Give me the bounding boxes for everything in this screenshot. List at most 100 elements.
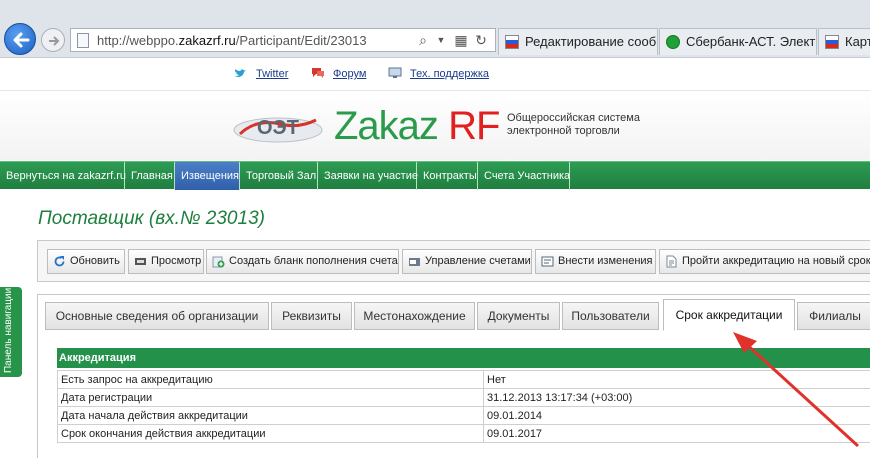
speech-bubble-icon <box>312 68 324 78</box>
manage-accounts-label: Управление счетами <box>425 255 531 267</box>
tab-accreditation-period[interactable]: Срок аккредитации <box>663 299 795 331</box>
action-toolbar: Обновить Просмотр Создать бланк пополнен… <box>37 240 870 282</box>
monitor-icon <box>388 67 402 78</box>
arrow-left-icon <box>13 32 30 48</box>
back-button[interactable] <box>4 23 36 55</box>
make-changes-label: Внести изменения <box>558 255 653 267</box>
nav-item-home[interactable]: Главная <box>125 162 175 190</box>
row-key: Дата начала действия аккредитации <box>57 406 484 425</box>
table-row: Дата регистрации 31.12.2013 13:17:34 (+0… <box>57 388 870 407</box>
brand-tagline: Общероссийская система электронной торго… <box>507 112 640 137</box>
compat-view-icon[interactable]: ▦ <box>453 32 469 48</box>
url-path: /Participant/Edit/23013 <box>235 33 367 48</box>
browser-tab-label: Карто <box>845 34 870 49</box>
forward-button[interactable] <box>41 28 65 52</box>
nav-item-participant-accounts[interactable]: Счета Участника <box>478 162 570 190</box>
add-icon <box>212 256 225 268</box>
support-link[interactable]: Тех. поддержка <box>388 67 490 80</box>
navigation-panel-tab[interactable]: Панель навигации <box>0 287 22 377</box>
nav-item-applications[interactable]: Заявки на участие <box>318 162 418 190</box>
browser-tab[interactable]: Сбербанк-АСТ. Электр... <box>659 28 817 55</box>
create-topup-form-button[interactable]: Создать бланк пополнения счета <box>206 249 399 274</box>
nav-label: Главная <box>131 170 173 182</box>
arrow-right-icon <box>49 36 60 46</box>
accreditation-header: Аккредитация <box>57 348 870 368</box>
twitter-icon <box>235 69 246 77</box>
tab-branches[interactable]: Филиалы <box>797 302 870 330</box>
twitter-link[interactable]: Twitter <box>235 68 289 80</box>
tab-label: Основные сведения об организации <box>55 309 259 323</box>
table-row: Дата начала действия аккредитации 09.01.… <box>57 406 870 425</box>
nav-item-contracts[interactable]: Контракты <box>417 162 478 190</box>
dropdown-icon[interactable]: ▼ <box>433 32 449 48</box>
page-title: Поставщик (вх.№ 23013) <box>38 208 265 229</box>
tab-organization-info[interactable]: Основные сведения об организации <box>45 302 269 330</box>
twitter-label: Twitter <box>256 68 289 80</box>
refresh-icon <box>54 256 65 267</box>
support-label: Тех. поддержка <box>410 68 490 80</box>
tab-documents[interactable]: Документы <box>477 302 560 330</box>
forum-label: Форум <box>333 68 367 80</box>
table-row: Срок окончания действия аккредитации 09.… <box>57 424 870 443</box>
refresh-icon[interactable]: ↻ <box>473 32 489 48</box>
tab-requisites[interactable]: Реквизиты <box>271 302 352 330</box>
tab-label: Реквизиты <box>282 309 341 323</box>
flag-icon <box>505 35 519 49</box>
url-domain: zakazrf.ru <box>178 33 236 48</box>
search-icon[interactable]: ⌕ <box>415 32 431 48</box>
renew-accreditation-button[interactable]: Пройти аккредитацию на новый срок <box>659 249 870 274</box>
create-topup-form-label: Создать бланк пополнения счета <box>229 255 398 267</box>
tab-label: Документы <box>487 309 550 323</box>
nav-label: Вернуться на zakazrf.ru <box>6 170 126 182</box>
view-button[interactable]: Просмотр <box>128 249 204 274</box>
browser-chrome: http://webppo.zakazrf.ru/Participant/Edi… <box>0 0 870 58</box>
nav-label: Счета Участника <box>484 170 571 182</box>
page-icon <box>77 33 89 48</box>
tab-label: Филиалы <box>809 309 861 323</box>
brand-logo: Zakaz RF <box>334 104 500 149</box>
manage-accounts-button[interactable]: Управление счетами <box>402 249 532 274</box>
make-changes-button[interactable]: Внести изменения <box>535 249 656 274</box>
row-value: Нет <box>483 370 870 389</box>
accreditation-table: Есть запрос на аккредитацию Нет Дата рег… <box>57 370 870 443</box>
nav-label: Контракты <box>423 170 477 182</box>
sberbank-icon <box>666 35 680 49</box>
accounts-icon <box>409 258 420 266</box>
table-row: Есть запрос на аккредитацию Нет <box>57 370 870 389</box>
nav-label: Извещения <box>181 170 240 182</box>
top-links: Twitter Форум Тех. поддержка <box>0 59 870 91</box>
row-key: Срок окончания действия аккредитации <box>57 424 484 443</box>
url-text[interactable]: http://webppo.zakazrf.ru/Participant/Edi… <box>97 33 367 48</box>
refresh-button-label: Обновить <box>70 255 120 267</box>
navigation-panel-label: Панель навигации <box>3 287 14 373</box>
nav-label: Заявки на участие <box>324 170 418 182</box>
edit-icon <box>541 256 554 267</box>
nav-item-trading-hall[interactable]: Торговый Зал <box>240 162 318 190</box>
forum-link[interactable]: Форум <box>312 68 367 80</box>
tab-users[interactable]: Пользователи <box>562 302 659 330</box>
browser-tab[interactable]: Редактирование сооб... <box>498 28 658 55</box>
document-icon <box>666 255 677 268</box>
oet-logo-text: ОЭТ <box>257 117 299 139</box>
brand-rf: RF <box>448 104 500 148</box>
tab-label: Срок аккредитации <box>675 308 783 322</box>
oet-logo: ОЭТ <box>233 117 323 143</box>
browser-tab[interactable]: Карто <box>818 28 870 55</box>
tab-location[interactable]: Местонахождение <box>354 302 475 330</box>
main-nav: Вернуться на zakazrf.ru Главная Извещени… <box>0 161 870 190</box>
nav-item-notices[interactable]: Извещения <box>175 162 240 190</box>
tab-label: Местонахождение <box>363 309 466 323</box>
nav-item-back-to-site[interactable]: Вернуться на zakazrf.ru <box>0 162 126 190</box>
address-bar[interactable]: http://webppo.zakazrf.ru/Participant/Edi… <box>70 28 496 52</box>
url-prefix: http://webppo. <box>97 33 179 48</box>
row-value: 09.01.2017 <box>483 424 870 443</box>
renew-accreditation-label: Пройти аккредитацию на новый срок <box>682 255 870 267</box>
site-header: ОЭТ Zakaz RF Общероссийская система элек… <box>0 92 870 160</box>
nav-label: Торговый Зал <box>246 170 317 182</box>
browser-tab-label: Редактирование сооб... <box>525 34 658 49</box>
browser-tab-label: Сбербанк-АСТ. Электр... <box>686 34 816 49</box>
tab-label: Пользователи <box>571 309 650 323</box>
flag-icon <box>825 35 839 49</box>
brand-name: Zakaz <box>334 104 439 148</box>
refresh-button[interactable]: Обновить <box>47 249 125 274</box>
